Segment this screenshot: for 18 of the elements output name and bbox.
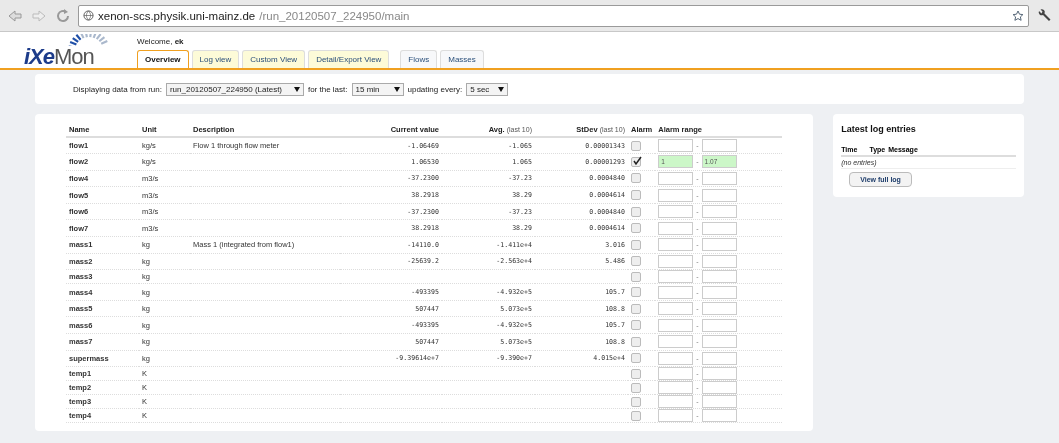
range-select[interactable]: 15 min <box>351 82 404 96</box>
update-label: updating every: <box>407 84 463 94</box>
address-bar[interactable]: xenon-scs.physik.uni-mainz.de /run_20120507_224950/main <box>78 4 1029 27</box>
tab[interactable]: Masses <box>440 50 484 68</box>
run-select[interactable]: run_20120507_224950 (Latest) <box>165 82 304 96</box>
logo: iXeMon <box>24 46 94 68</box>
tab[interactable]: Flows <box>400 50 438 68</box>
tab[interactable]: Overview <box>137 50 189 68</box>
range-label: for the last: <box>307 84 348 94</box>
welcome-text: Welcome, ek <box>137 37 185 46</box>
run-label: Displaying data from run: <box>73 84 162 94</box>
update-select[interactable]: 5 sec <box>466 82 509 96</box>
tab[interactable]: Detail/Export View <box>308 50 390 68</box>
url-path: /run_20120507_224950/main <box>259 9 410 22</box>
tab[interactable]: Log view <box>191 50 240 68</box>
log-title: Latest log entries <box>841 124 917 134</box>
url-host: xenon-scs.physik.uni-mainz.de <box>98 9 256 22</box>
tab[interactable]: Custom View <box>242 50 306 68</box>
